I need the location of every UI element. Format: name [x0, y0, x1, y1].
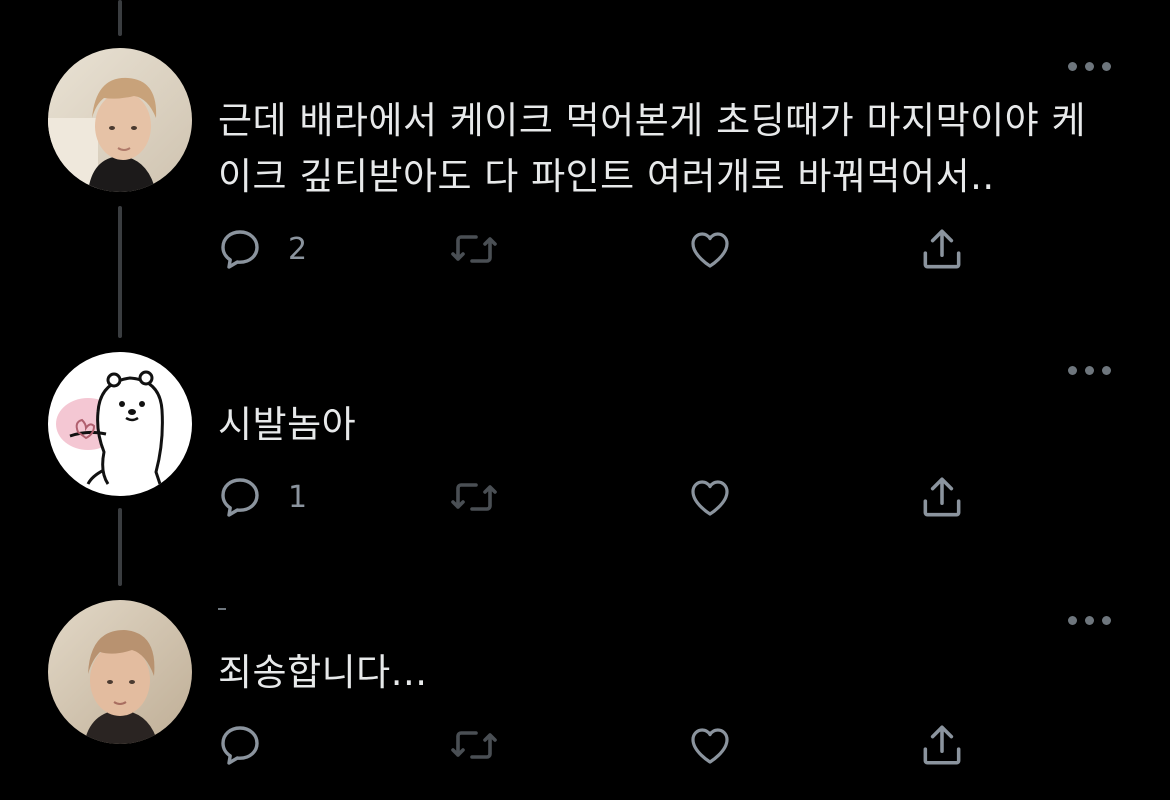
reply-button[interactable]: 1	[216, 472, 307, 522]
reply-count: 1	[288, 479, 308, 515]
more-options-icon	[1068, 366, 1077, 375]
tweet-actions: 2	[216, 224, 976, 274]
tweet-actions: 1	[216, 472, 976, 522]
share-button[interactable]	[916, 472, 968, 522]
share-icon	[923, 725, 961, 765]
white-bear-heart-avatar	[48, 352, 192, 496]
reply-icon	[221, 478, 259, 517]
share-button[interactable]	[916, 720, 968, 770]
tweet-text: 근데 배라에서 케이크 먹어본게 초딩때가 마지막이야 케 이크 깊티받아도 다…	[218, 99, 1086, 198]
tweet-thread: 근데 배라에서 케이크 먹어본게 초딩때가 마지막이야 케 이크 깊티받아도 다…	[0, 0, 1170, 800]
tweet[interactable]: 죄송합니다...	[0, 600, 1170, 790]
tweet[interactable]: 근데 배라에서 케이크 먹어본게 초딩때가 마지막이야 케 이크 깊티받아도 다…	[0, 48, 1170, 298]
reply-icon	[221, 726, 259, 765]
more-options-button[interactable]	[1068, 360, 1118, 380]
more-options-icon	[1068, 62, 1077, 71]
share-icon	[923, 229, 961, 269]
tweet-text: 시발놈아	[218, 403, 357, 446]
avatar[interactable]	[48, 352, 192, 496]
avatar[interactable]	[48, 48, 192, 192]
tweet-text: 죄송합니다...	[218, 651, 428, 694]
retweet-button[interactable]	[448, 224, 500, 274]
thread-connector	[118, 0, 122, 36]
retweet-icon	[451, 731, 497, 759]
person-photo-avatar	[48, 48, 192, 192]
retweet-button[interactable]	[448, 720, 500, 770]
like-button[interactable]	[686, 472, 734, 522]
heart-icon	[691, 232, 729, 268]
share-icon	[923, 477, 961, 517]
more-options-button[interactable]	[1068, 610, 1118, 630]
divider-mark	[218, 608, 226, 610]
reply-button[interactable]: 2	[216, 224, 307, 274]
tweet[interactable]: 시발놈아 1	[0, 352, 1170, 522]
like-button[interactable]	[686, 720, 734, 770]
reply-icon	[221, 230, 259, 269]
retweet-icon	[451, 235, 497, 263]
reply-count: 2	[288, 231, 308, 267]
more-options-icon	[1068, 616, 1077, 625]
more-options-button[interactable]	[1068, 56, 1118, 76]
retweet-button[interactable]	[448, 472, 500, 522]
heart-icon	[691, 728, 729, 764]
avatar[interactable]	[48, 600, 192, 744]
retweet-icon	[451, 483, 497, 511]
tweet-actions	[216, 720, 976, 770]
person-photo-avatar	[48, 600, 192, 744]
share-button[interactable]	[916, 224, 968, 274]
like-button[interactable]	[686, 224, 734, 274]
reply-button[interactable]	[216, 720, 288, 770]
heart-icon	[691, 480, 729, 516]
